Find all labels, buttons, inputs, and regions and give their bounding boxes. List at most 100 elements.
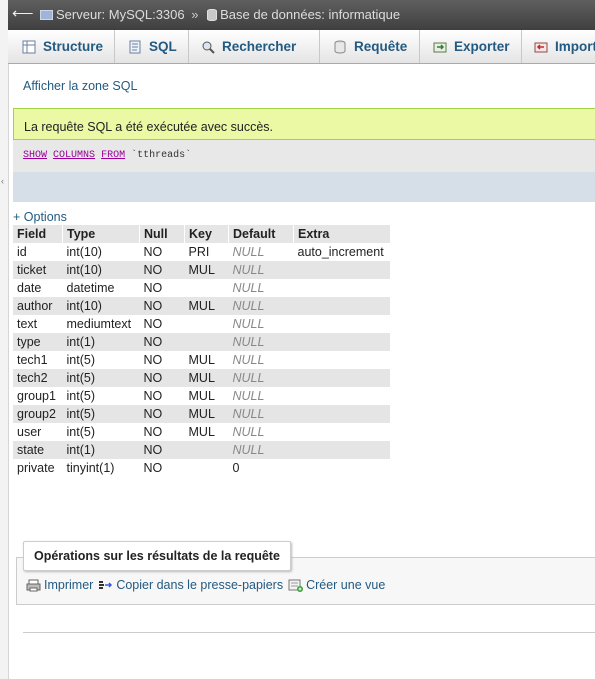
top-bar: ⟵ Serveur: MySQL:3306 » Base de données:… xyxy=(8,0,595,30)
cell-type: int(10) xyxy=(62,261,140,279)
sql-query-display: SHOW COLUMNS FROM `tthreads` xyxy=(13,140,595,172)
breadcrumb-database[interactable]: Base de données: informatique xyxy=(220,7,400,22)
table-row: ticket int(10) NO MUL NULL xyxy=(13,261,390,279)
tab-sql[interactable]: SQL xyxy=(115,30,189,63)
cell-extra xyxy=(294,315,391,333)
create-view-label: Créer une vue xyxy=(306,578,386,592)
cell-field: text xyxy=(17,317,38,331)
tab-label: Exporter xyxy=(454,39,510,54)
cell-type: int(5) xyxy=(66,425,95,439)
tab-rechercher[interactable]: Rechercher xyxy=(189,30,320,63)
collapse-arrow-icon[interactable]: ‹ xyxy=(1,176,4,186)
cell-key xyxy=(185,315,229,333)
cell-key: MUL xyxy=(188,425,215,439)
cell-type: int(10) xyxy=(66,245,102,259)
cell-null: NO xyxy=(143,281,163,295)
table-row: user int(5) NO MUL NULL xyxy=(13,423,390,441)
cell-extra xyxy=(293,441,390,459)
cell-extra xyxy=(293,297,390,315)
divider xyxy=(23,632,595,633)
sql-keyword-from[interactable]: FROM xyxy=(101,150,125,161)
column-header-type: Type xyxy=(62,225,140,243)
cell-extra: auto_increment xyxy=(297,245,384,259)
cell-type: int(5) xyxy=(62,369,140,387)
results-table: Field Type Null Key Default Extra id int(… xyxy=(13,225,390,477)
cell-key xyxy=(185,279,229,297)
table-row: id int(10) NO PRI NULL auto_increment xyxy=(13,243,390,261)
cell-type: int(5) xyxy=(62,405,140,423)
table-row: author int(10) NO MUL NULL xyxy=(13,297,390,315)
cell-type: int(1) xyxy=(62,333,140,351)
column-header-field: Field xyxy=(13,225,63,243)
copy-to-clipboard-link[interactable]: Copier dans le presse-papiers xyxy=(98,578,283,592)
cell-type: tinyint(1) xyxy=(66,461,115,475)
search-icon xyxy=(201,40,215,54)
operations-title: Opérations sur les résultats de la requê… xyxy=(23,541,291,571)
cell-null: NO xyxy=(139,297,185,315)
tab-import[interactable]: Import xyxy=(522,30,595,63)
cell-null: NO xyxy=(143,353,163,367)
cell-extra xyxy=(294,279,391,297)
show-sql-area-link[interactable]: Afficher la zone SQL xyxy=(23,79,137,93)
cell-extra xyxy=(293,405,390,423)
table-row: tech2 int(5) NO MUL NULL xyxy=(13,369,390,387)
cell-type: datetime xyxy=(66,281,115,295)
cell-field: group1 xyxy=(17,389,56,403)
query-icon xyxy=(333,40,347,54)
cell-field: id xyxy=(17,245,27,259)
breadcrumb-server[interactable]: Serveur: MySQL:3306 xyxy=(56,7,185,22)
table-row: tech1 int(5) NO MUL NULL xyxy=(13,351,390,369)
cell-type: int(5) xyxy=(66,353,95,367)
tab-label: Structure xyxy=(43,39,104,54)
breadcrumb-separator: » xyxy=(191,7,199,22)
cell-field: type xyxy=(13,333,63,351)
cell-null: NO xyxy=(143,461,163,475)
tab-exporter[interactable]: Exporter xyxy=(420,30,522,63)
cell-extra xyxy=(294,387,391,405)
cell-key xyxy=(184,333,229,351)
success-message: La requête SQL a été exécutée avec succè… xyxy=(13,108,595,140)
navigation-panel-edge[interactable]: ‹ xyxy=(0,0,9,679)
copy-to-clipboard-label: Copier dans le presse-papiers xyxy=(116,578,284,592)
cell-extra xyxy=(294,351,391,369)
export-icon xyxy=(433,40,447,54)
cell-default: NULL xyxy=(232,353,265,367)
sql-keyword-columns[interactable]: COLUMNS xyxy=(53,150,95,161)
tab-label: Requête xyxy=(354,39,408,54)
cell-field: group2 xyxy=(13,405,63,423)
column-header-null: Null xyxy=(139,225,185,243)
cell-field: tech2 xyxy=(13,369,63,387)
cell-default: NULL xyxy=(232,317,265,331)
cell-extra xyxy=(293,261,390,279)
cell-field: date xyxy=(17,281,42,295)
options-toggle[interactable]: + Options xyxy=(13,210,67,224)
back-arrow-icon[interactable]: ⟵ xyxy=(12,4,34,22)
tab-requete[interactable]: Requête xyxy=(320,30,420,63)
cell-key: MUL xyxy=(184,261,229,279)
tab-structure[interactable]: Structure xyxy=(8,30,115,63)
cell-null: NO xyxy=(143,425,163,439)
table-row: group1 int(5) NO MUL NULL xyxy=(13,387,390,405)
column-header-default: Default xyxy=(228,225,294,243)
sql-icon xyxy=(128,40,142,54)
create-view-icon xyxy=(288,579,304,592)
cell-key: MUL xyxy=(188,353,215,367)
cell-default: NULL xyxy=(228,261,294,279)
cell-extra xyxy=(294,423,391,441)
cell-type: int(10) xyxy=(62,297,140,315)
print-link[interactable]: Imprimer xyxy=(26,578,93,592)
cell-null: NO xyxy=(139,333,185,351)
cell-default: 0 xyxy=(232,461,240,475)
column-header-extra: Extra xyxy=(293,225,390,243)
cell-default: NULL xyxy=(232,281,265,295)
cell-default: NULL xyxy=(232,389,265,403)
sql-keyword-show[interactable]: SHOW xyxy=(23,150,47,161)
cell-null: NO xyxy=(143,317,163,331)
cell-field: author xyxy=(13,297,63,315)
cell-default: NULL xyxy=(232,245,265,259)
create-view-link[interactable]: Créer une vue xyxy=(288,578,385,592)
cell-key: MUL xyxy=(184,405,229,423)
table-row: date datetime NO NULL xyxy=(13,279,390,297)
table-row: group2 int(5) NO MUL NULL xyxy=(13,405,390,423)
cell-extra xyxy=(293,369,390,387)
